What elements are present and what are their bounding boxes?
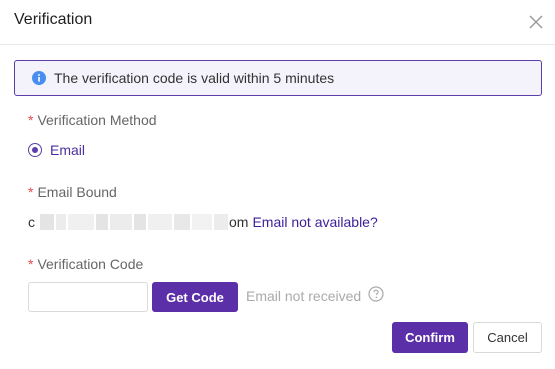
email-radio[interactable]: Email	[28, 142, 85, 158]
verification-method-label: * Verification Method	[28, 112, 157, 128]
required-mark: *	[28, 184, 34, 200]
email-not-available-link[interactable]: Email not available?	[252, 214, 377, 230]
required-mark: *	[28, 112, 34, 128]
email-masked-suffix: om	[229, 214, 249, 230]
bound-email-row: c om Email not available?	[28, 214, 378, 230]
close-icon[interactable]	[527, 13, 545, 31]
verification-code-input[interactable]	[28, 282, 148, 312]
radio-selected-icon[interactable]	[28, 143, 42, 157]
email-bound-label: * Email Bound	[28, 184, 117, 200]
email-bound-label-text: Email Bound	[37, 184, 117, 200]
required-mark: *	[28, 256, 34, 272]
get-code-button[interactable]: Get Code	[152, 282, 238, 312]
confirm-button[interactable]: Confirm	[392, 322, 468, 353]
email-not-received-text: Email not received	[246, 288, 362, 304]
verification-code-label: * Verification Code	[28, 256, 143, 272]
info-icon	[32, 71, 46, 85]
dialog-title: Verification	[14, 11, 93, 28]
cancel-button[interactable]: Cancel	[473, 322, 542, 353]
email-radio-label[interactable]: Email	[50, 142, 85, 158]
email-blur-mask	[39, 214, 229, 230]
email-masked-prefix: c	[28, 214, 35, 230]
verification-code-label-text: Verification Code	[37, 256, 144, 272]
verification-method-label-text: Verification Method	[37, 112, 157, 128]
question-circle-icon[interactable]	[368, 286, 384, 302]
alert-message: The verification code is valid within 5 …	[54, 70, 335, 86]
dialog-header: Verification	[0, 0, 555, 45]
verification-dialog: Verification The verification code is va…	[0, 0, 555, 369]
info-alert: The verification code is valid within 5 …	[14, 60, 542, 96]
